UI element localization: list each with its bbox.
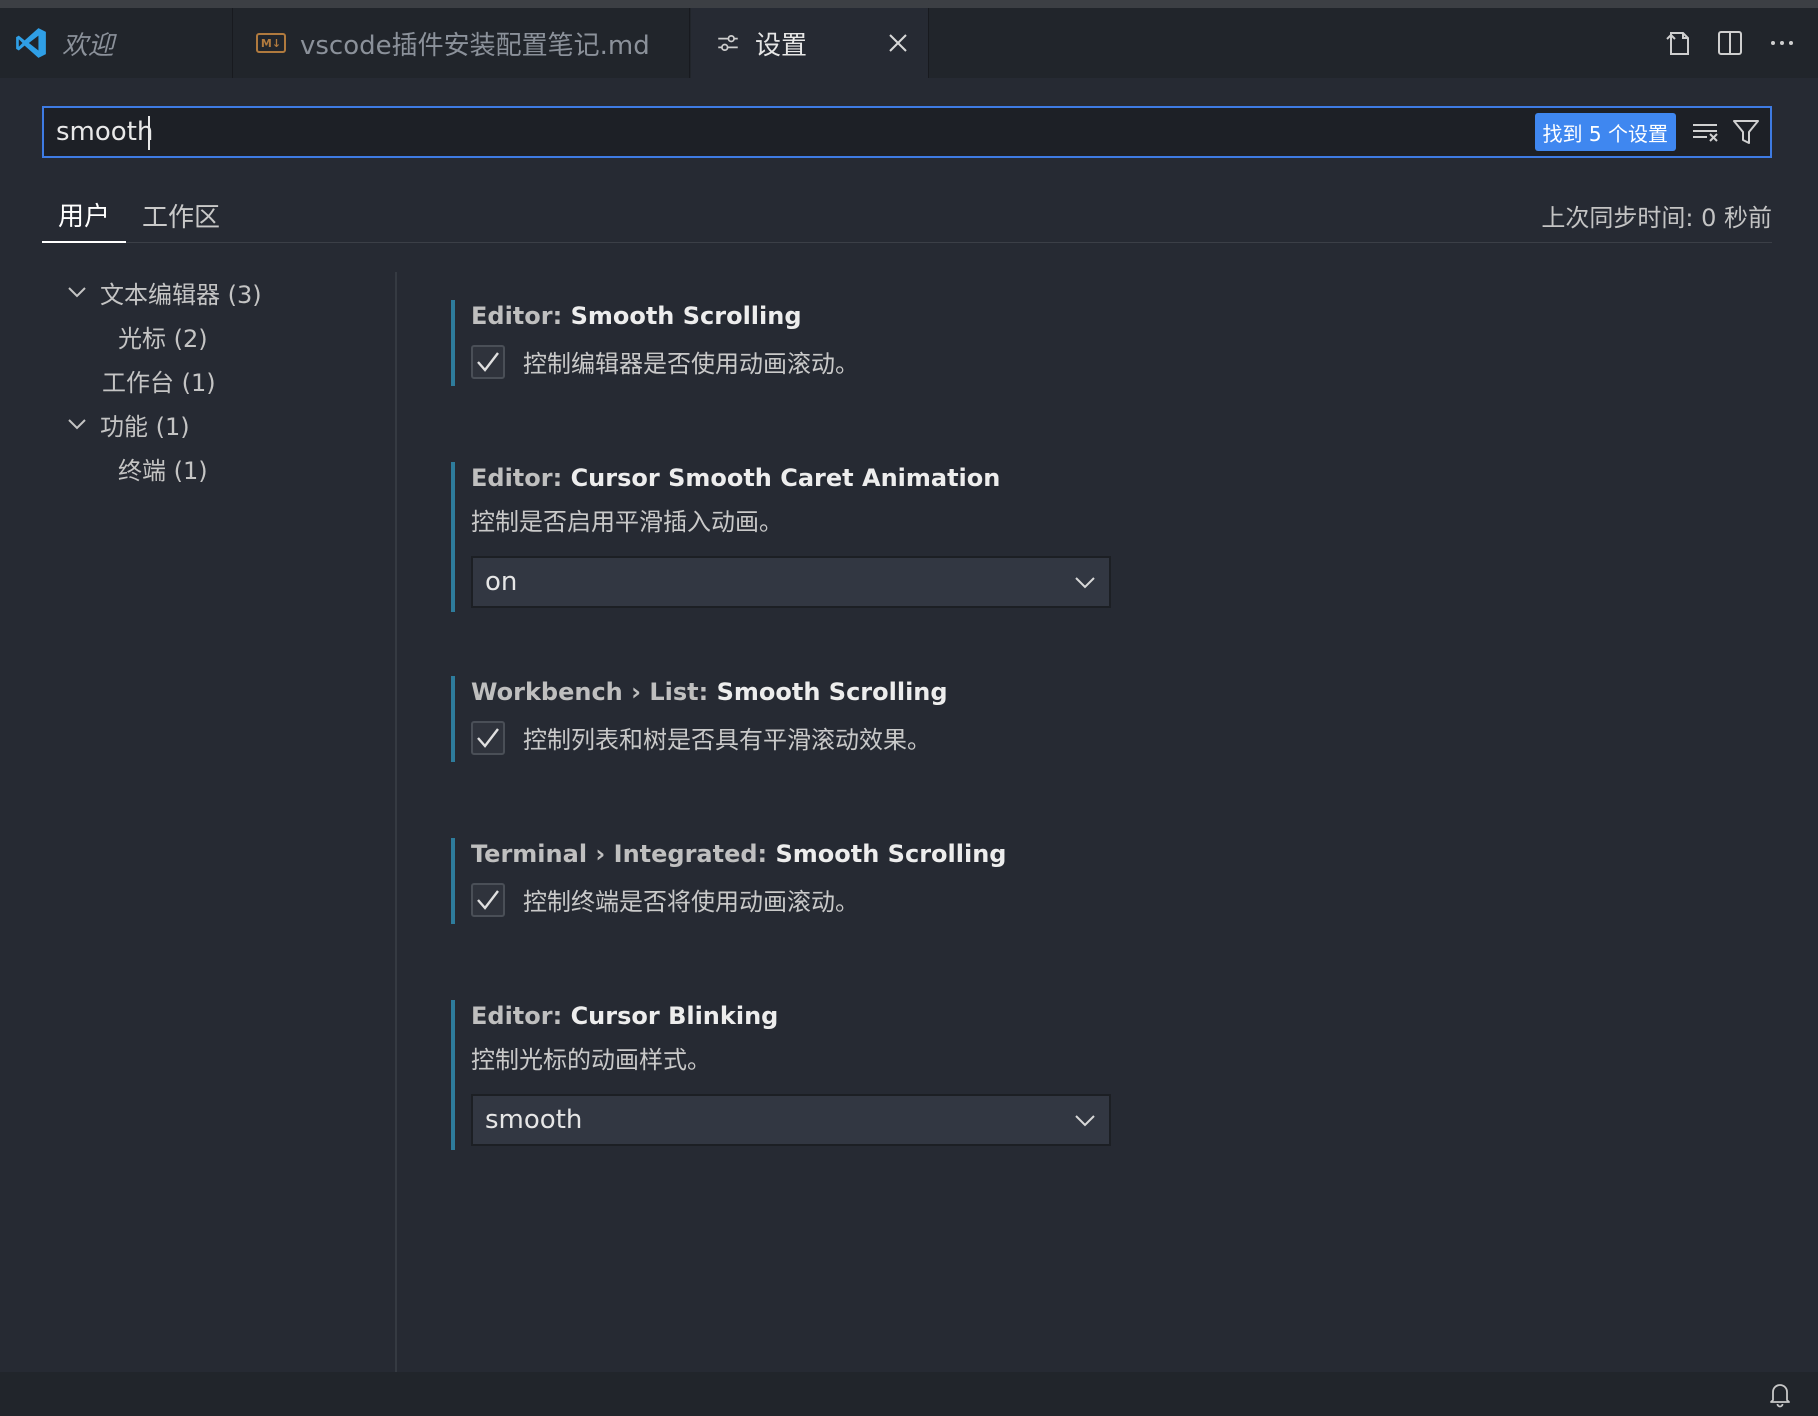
toc-item-label: 文本编辑器 (3) (100, 280, 262, 309)
setting-name: Smooth Scrolling (570, 302, 802, 330)
editor-tab-bar: 欢迎 M↓ vscode插件安装配置笔记.md 设置 (0, 8, 1818, 78)
setting-workbench-list-smooth-scrolling: Workbench › List: Smooth Scrolling 控制列表和… (451, 676, 1151, 762)
more-actions-icon[interactable] (1756, 17, 1808, 69)
setting-terminal-integrated-smooth-scrolling: Terminal › Integrated: Smooth Scrolling … (451, 838, 1151, 924)
sync-status-text: 上次同步时间: 0 秒前 (1541, 204, 1772, 232)
setting-editor-cursor-smooth-caret-animation: Editor: Cursor Smooth Caret Animation 控制… (451, 462, 1151, 612)
tab-welcome-label: 欢迎 (62, 30, 115, 61)
setting-checkbox[interactable] (471, 720, 505, 755)
setting-category: Terminal › Integrated: (471, 840, 776, 868)
toc-item-label: 终端 (1) (118, 456, 208, 485)
setting-checkbox[interactable] (471, 344, 505, 379)
tab-welcome[interactable]: 欢迎 (0, 8, 233, 78)
search-result-count-badge: 找到 5 个设置 (1534, 113, 1676, 151)
close-icon[interactable] (884, 29, 912, 57)
chevron-down-icon (1075, 1115, 1095, 1127)
filter-icon[interactable] (1726, 112, 1766, 152)
toc-item-cursor[interactable]: 光标 (2) (118, 316, 208, 356)
setting-checkbox[interactable] (471, 882, 505, 917)
setting-name: Cursor Blinking (570, 1002, 779, 1030)
setting-category: Editor: (471, 464, 571, 492)
check-icon (477, 351, 499, 372)
settings-search-input[interactable] (44, 108, 1535, 156)
toc-item-label: 工作台 (1) (102, 368, 216, 397)
setting-dropdown[interactable]: smooth (471, 1094, 1111, 1146)
toc-divider (395, 272, 397, 1372)
setting-title: Workbench › List: Smooth Scrolling (471, 676, 1151, 708)
toc-item-terminal[interactable]: 终端 (1) (118, 448, 208, 488)
status-bar (0, 1372, 1818, 1416)
tab-settings-label: 设置 (755, 30, 808, 61)
setting-description: 控制列表和树是否具有平滑滚动效果。 (523, 726, 931, 754)
toc-item-text-editor[interactable]: 文本编辑器 (3) (66, 272, 262, 312)
dropdown-value: smooth (485, 1105, 583, 1135)
settings-scope-bar: 用户 工作区 上次同步时间: 0 秒前 (42, 188, 1772, 243)
dropdown-value: on (485, 567, 518, 597)
check-icon (477, 727, 499, 748)
setting-title: Editor: Cursor Blinking (471, 1000, 1151, 1032)
toc-item-label: 功能 (1) (100, 412, 190, 441)
markdown-file-icon: M↓ (256, 33, 286, 53)
setting-title: Terminal › Integrated: Smooth Scrolling (471, 838, 1151, 870)
notifications-bell-icon[interactable] (1766, 1380, 1794, 1408)
setting-category: Editor: (471, 302, 571, 330)
setting-name: Smooth Scrolling (716, 678, 948, 706)
toc-item-label: 光标 (2) (118, 324, 208, 353)
split-editor-icon[interactable] (1704, 17, 1756, 69)
setting-editor-smooth-scrolling: Editor: Smooth Scrolling 控制编辑器是否使用动画滚动。 (451, 300, 1151, 386)
setting-description: 控制是否启用平滑插入动画。 (471, 508, 783, 536)
setting-name: Cursor Smooth Caret Animation (570, 464, 1001, 492)
window-top-strip (0, 0, 1818, 8)
editor-actions (1652, 8, 1818, 78)
setting-description: 控制终端是否将使用动画滚动。 (523, 888, 859, 916)
tab-markdown-label: vscode插件安装配置笔记.md (300, 30, 650, 61)
chevron-down-icon (68, 287, 86, 298)
text-caret (148, 116, 150, 150)
setting-editor-cursor-blinking: Editor: Cursor Blinking 控制光标的动画样式。 smoot… (451, 1000, 1151, 1150)
toc-item-workbench[interactable]: 工作台 (1) (102, 360, 216, 400)
vscode-logo-icon (16, 28, 46, 58)
setting-dropdown[interactable]: on (471, 556, 1111, 608)
setting-title: Editor: Cursor Smooth Caret Animation (471, 462, 1151, 494)
settings-search-box: 找到 5 个设置 (42, 106, 1772, 158)
tab-markdown-file[interactable]: M↓ vscode插件安装配置笔记.md (234, 8, 690, 78)
chevron-down-icon (1075, 577, 1095, 589)
tab-settings[interactable]: 设置 (691, 8, 929, 78)
clear-filter-icon[interactable] (1686, 112, 1726, 152)
open-settings-json-icon[interactable] (1652, 17, 1704, 69)
scope-tab-user[interactable]: 用户 (42, 188, 126, 243)
toc-item-features[interactable]: 功能 (1) (66, 404, 190, 444)
settings-sliders-icon (718, 34, 738, 52)
check-icon (477, 889, 499, 910)
setting-description: 控制编辑器是否使用动画滚动。 (523, 350, 859, 378)
setting-category: Editor: (471, 1002, 571, 1030)
chevron-down-icon (68, 419, 86, 430)
scope-tab-workspace[interactable]: 工作区 (142, 188, 220, 243)
setting-name: Smooth Scrolling (775, 840, 1007, 868)
setting-title: Editor: Smooth Scrolling (471, 300, 1151, 332)
setting-description: 控制光标的动画样式。 (471, 1046, 711, 1074)
setting-category: Workbench › List: (471, 678, 717, 706)
